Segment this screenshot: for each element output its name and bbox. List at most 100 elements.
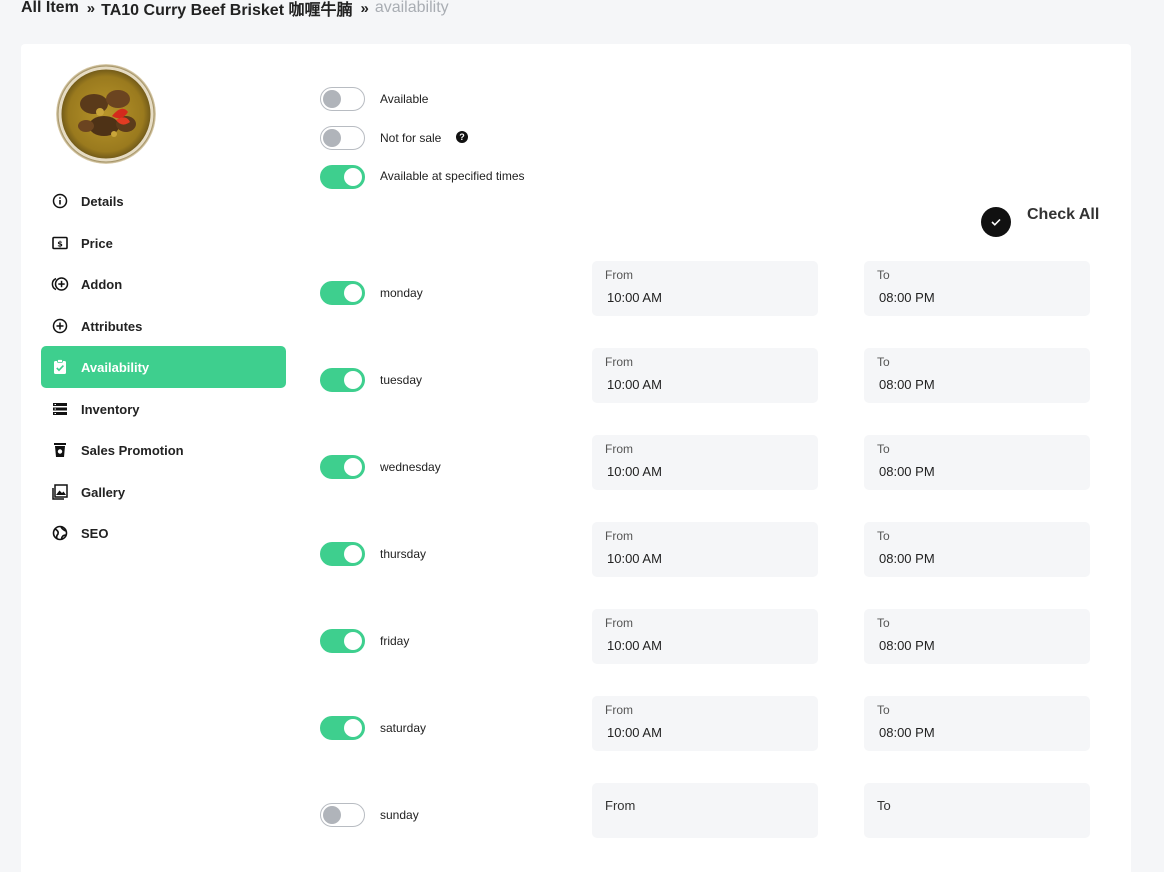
gallery-icon	[51, 483, 69, 501]
breadcrumb-item-name[interactable]: TA10 Curry Beef Brisket 咖喱牛腩	[101, 0, 352, 20]
toggle-knob	[344, 371, 362, 389]
from-time-saturday[interactable]: From 10:00 AM	[592, 696, 818, 751]
help-icon[interactable]: ?	[456, 131, 468, 143]
sidebar-item-label: Sales Promotion	[81, 442, 184, 458]
breadcrumb-separator: »	[360, 0, 369, 17]
from-value: 10:00 AM	[607, 377, 662, 392]
sidebar-item-label: SEO	[81, 525, 109, 541]
sidebar-item-label: Gallery	[81, 484, 126, 500]
specified-times-toggle[interactable]	[320, 165, 365, 189]
to-time-saturday[interactable]: To 08:00 PM	[864, 696, 1090, 751]
sidebar-item-label: Inventory	[81, 401, 140, 417]
from-label: From	[605, 616, 633, 630]
to-label: To	[877, 798, 891, 813]
toggle-knob	[344, 545, 362, 563]
to-value: 08:00 PM	[879, 290, 935, 305]
to-time-tuesday[interactable]: To 08:00 PM	[864, 348, 1090, 403]
day-toggle-saturday[interactable]	[320, 716, 365, 740]
from-time-monday[interactable]: From 10:00 AM	[592, 261, 818, 316]
check-all-button[interactable]	[981, 207, 1011, 237]
day-toggle-thursday[interactable]	[320, 542, 365, 566]
info-icon	[51, 192, 69, 210]
to-time-monday[interactable]: To 08:00 PM	[864, 261, 1090, 316]
price-tag-icon: $	[51, 234, 69, 252]
toggle-knob	[344, 719, 362, 737]
sidebar-item-availability[interactable]: Availability	[41, 346, 286, 388]
from-time-tuesday[interactable]: From 10:00 AM	[592, 348, 818, 403]
from-label: From	[605, 355, 633, 369]
not-for-sale-toggle[interactable]	[320, 126, 365, 150]
to-time-wednesday[interactable]: To 08:00 PM	[864, 435, 1090, 490]
toggle-knob	[344, 168, 362, 186]
from-label: From	[605, 703, 633, 717]
day-label-friday: friday	[380, 634, 410, 648]
breadcrumb-all-item[interactable]: All Item	[21, 0, 79, 17]
sidebar-item-label: Availability	[81, 359, 150, 375]
day-toggle-wednesday[interactable]	[320, 455, 365, 479]
from-time-wednesday[interactable]: From 10:00 AM	[592, 435, 818, 490]
from-value: 10:00 AM	[607, 464, 662, 479]
toggle-knob	[323, 90, 341, 108]
from-value: 10:00 AM	[607, 638, 662, 653]
day-toggle-monday[interactable]	[320, 281, 365, 305]
from-value: 10:00 AM	[607, 725, 662, 740]
day-label-thursday: thursday	[380, 547, 427, 561]
breadcrumb-separator: »	[86, 0, 96, 17]
sidebar-item-label: Attributes	[81, 318, 143, 334]
sidebar-item-attributes[interactable]: Attributes	[41, 305, 286, 347]
sidebar-item-label: Price	[81, 235, 113, 251]
day-label-wednesday: wednesday	[380, 460, 441, 474]
available-label: Available	[380, 92, 429, 106]
sidebar-item-details[interactable]: Details	[41, 180, 286, 222]
from-time-sunday[interactable]: From	[592, 783, 818, 838]
from-time-thursday[interactable]: From 10:00 AM	[592, 522, 818, 577]
from-value: 10:00 AM	[607, 290, 662, 305]
sidebar-item-price[interactable]: $ Price	[41, 222, 286, 264]
available-toggle[interactable]	[320, 87, 365, 111]
from-time-friday[interactable]: From 10:00 AM	[592, 609, 818, 664]
from-label: From	[605, 529, 633, 543]
sidebar-item-seo[interactable]: SEO	[41, 512, 286, 554]
specified-times-label: Available at specified times	[380, 169, 525, 183]
toggle-knob	[323, 129, 341, 147]
sidebar-item-inventory[interactable]: Inventory	[41, 388, 286, 430]
sidebar-item-sales-promotion[interactable]: Sales Promotion	[41, 429, 286, 471]
sidebar-item-addon[interactable]: Addon	[41, 263, 286, 305]
from-value: 10:00 AM	[607, 551, 662, 566]
day-toggle-sunday[interactable]	[320, 803, 365, 827]
toggle-knob	[323, 806, 341, 824]
day-toggle-tuesday[interactable]	[320, 368, 365, 392]
day-label-monday: monday	[380, 286, 423, 300]
to-time-thursday[interactable]: To 08:00 PM	[864, 522, 1090, 577]
addon-icon	[51, 275, 69, 293]
to-label: To	[877, 703, 890, 717]
from-label: From	[605, 798, 636, 813]
to-label: To	[877, 355, 890, 369]
check-all-label[interactable]: Check All	[1027, 206, 1099, 224]
sidebar-item-label: Addon	[81, 276, 123, 292]
breadcrumb: All Item » TA10 Curry Beef Brisket 咖喱牛腩 …	[21, 0, 449, 19]
toggle-knob	[344, 458, 362, 476]
toggle-knob	[344, 632, 362, 650]
to-value: 08:00 PM	[879, 464, 935, 479]
to-value: 08:00 PM	[879, 551, 935, 566]
to-time-sunday[interactable]: To	[864, 783, 1090, 838]
not-for-sale-label: Not for sale	[380, 131, 442, 145]
day-toggle-friday[interactable]	[320, 629, 365, 653]
checkmark-icon	[991, 218, 1001, 226]
to-time-friday[interactable]: To 08:00 PM	[864, 609, 1090, 664]
content-card: Details $ Price Addon Attributes Availab…	[21, 44, 1131, 872]
from-label: From	[605, 442, 633, 456]
to-label: To	[877, 616, 890, 630]
from-label: From	[605, 268, 633, 282]
day-label-saturday: saturday	[380, 721, 427, 735]
globe-icon	[51, 524, 69, 542]
sidebar-item-label: Details	[81, 193, 124, 209]
toggle-knob	[344, 284, 362, 302]
clipboard-check-icon	[51, 358, 69, 376]
sidebar-item-gallery[interactable]: Gallery	[41, 471, 286, 513]
to-label: To	[877, 529, 890, 543]
to-value: 08:00 PM	[879, 725, 935, 740]
to-value: 08:00 PM	[879, 377, 935, 392]
day-label-sunday: sunday	[380, 808, 419, 822]
